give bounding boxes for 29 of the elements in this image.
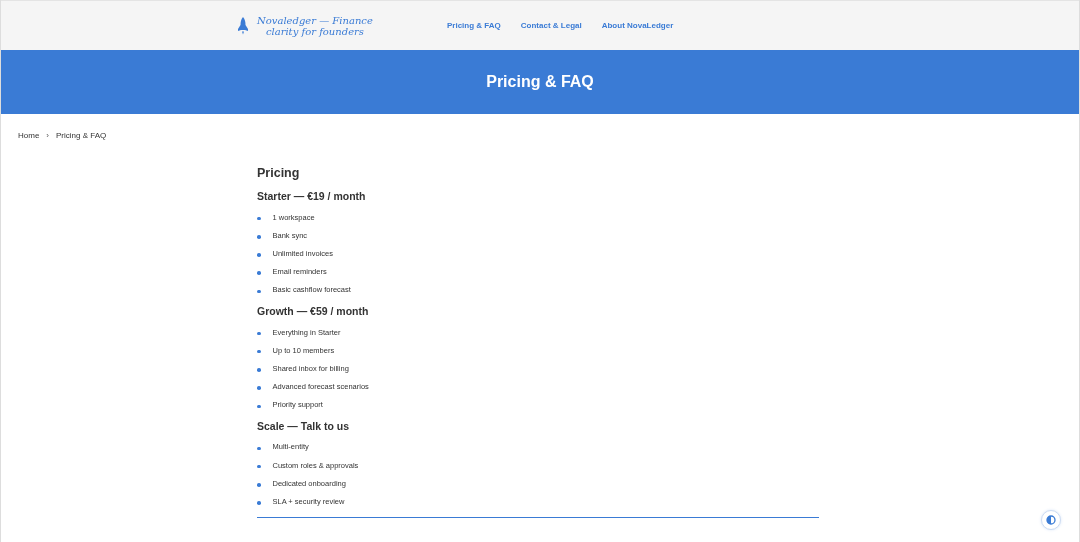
bullet-icon: [257, 386, 261, 390]
breadcrumb-current: Pricing & FAQ: [56, 131, 107, 140]
bullet-icon: [257, 289, 261, 294]
nav-link[interactable]: About NovaLedger: [601, 21, 674, 30]
bullet-icon: [257, 253, 261, 257]
bullet-icon: [257, 501, 261, 505]
nav-link[interactable]: Contact & Legal: [520, 21, 582, 30]
rocket-icon: [237, 16, 249, 35]
bullet-icon: [257, 446, 261, 451]
contrast-icon: [1046, 515, 1056, 525]
plan-title: Growth — €59 / month: [257, 304, 370, 317]
bullet-icon: [257, 271, 261, 275]
bullet-icon: [257, 368, 261, 372]
page-title: Pricing & FAQ: [486, 73, 594, 91]
theme-toggle-button[interactable]: [1041, 510, 1061, 530]
bullet-icon: [257, 349, 261, 354]
bullet-icon: [257, 404, 261, 409]
bullet-icon: [257, 464, 261, 469]
section-heading: Pricing: [257, 166, 301, 180]
breadcrumb-separator: ›: [46, 131, 49, 140]
bullet-icon: [257, 331, 261, 336]
bullet-icon: [257, 235, 261, 239]
nav-link[interactable]: Pricing & FAQ: [447, 21, 501, 30]
logo-link[interactable]: Novaledger — Finance clarity for founders: [257, 14, 373, 37]
plan-title: Starter — €19 / month: [257, 190, 367, 202]
bullet-icon: [257, 483, 261, 487]
bullet-icon: [257, 216, 261, 221]
plan-title: Scale — Talk to us: [257, 419, 350, 432]
breadcrumb-link[interactable]: Home: [18, 131, 40, 140]
